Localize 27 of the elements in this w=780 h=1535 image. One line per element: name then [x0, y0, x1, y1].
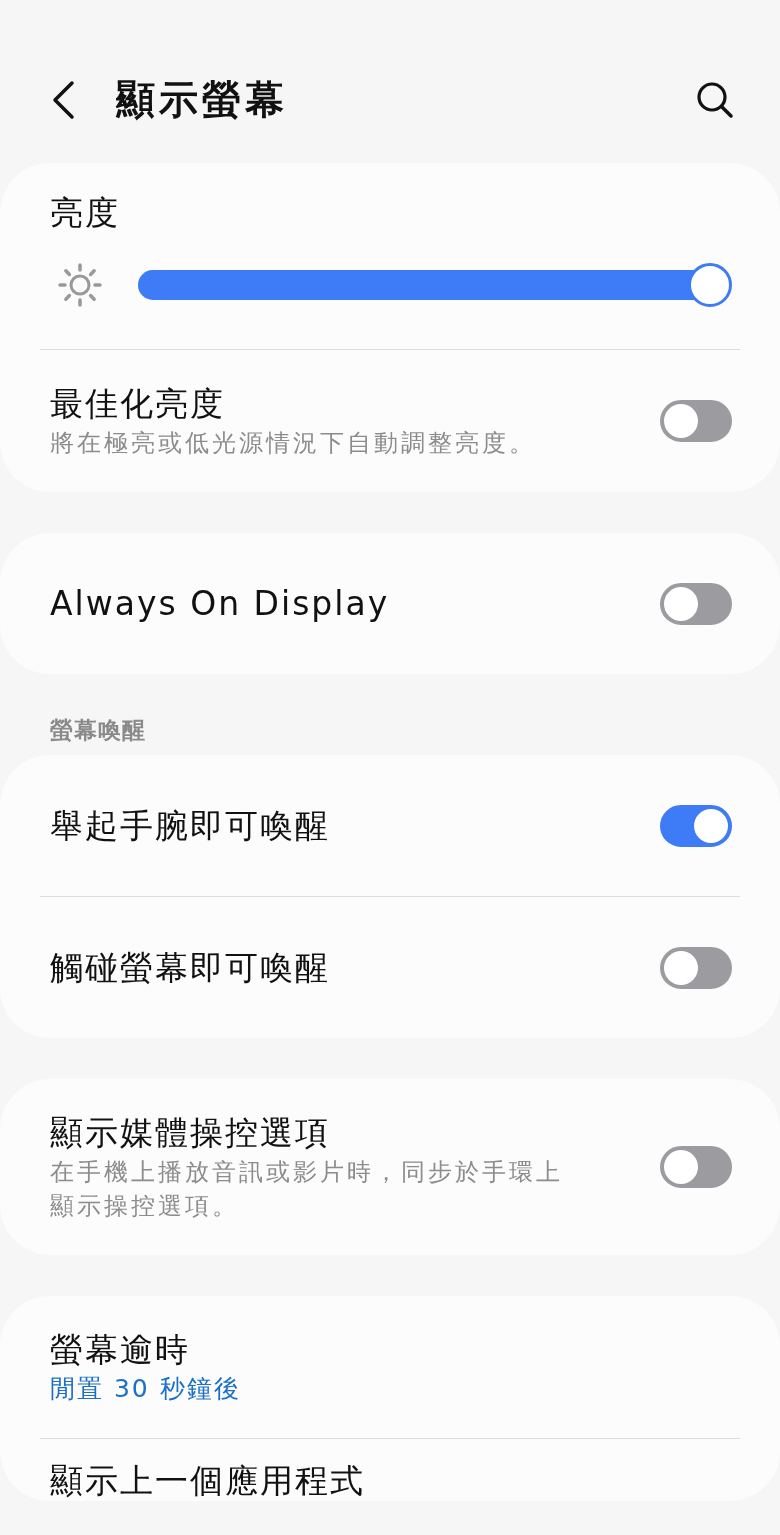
setting-title: Always On Display [50, 582, 391, 625]
page-title: 顯示螢幕 [116, 76, 289, 124]
setting-row[interactable]: 顯示媒體操控選項 在手機上播放音訊或影片時，同步於手環上顯示操控選項。 [0, 1079, 780, 1255]
setting-title: 螢幕逾時 [50, 1329, 191, 1371]
setting-row[interactable]: Always On Display [0, 533, 780, 674]
setting-row[interactable]: 舉起手腕即可喚醒 [0, 755, 780, 896]
toggle-switch[interactable] [660, 400, 732, 442]
search-icon[interactable] [696, 81, 734, 119]
setting-title: 最佳化亮度 [50, 383, 226, 425]
toggle-switch[interactable] [660, 1146, 732, 1188]
toggle-switch[interactable] [660, 946, 732, 989]
setting-title: 顯示媒體操控選項 [50, 1112, 331, 1154]
setting-description: 將在極亮或低光源情況下自動調整亮度。 [50, 428, 537, 459]
section-header: 螢幕喚醒 [49, 716, 147, 745]
setting-row[interactable]: 螢幕逾時 閒置 30 秒鐘後 [0, 1296, 780, 1438]
brightness-slider[interactable] [138, 263, 732, 307]
setting-description: 在手機上播放音訊或影片時，同步於手環上顯示操控選項。 [50, 1157, 564, 1222]
toggle-switch[interactable] [660, 582, 732, 625]
setting-row[interactable]: 最佳化亮度 將在極亮或低光源情況下自動調整亮度。 [0, 350, 780, 492]
toggle-switch[interactable] [660, 804, 732, 847]
setting-title: 亮度 [50, 192, 121, 234]
setting-value: 閒置 30 秒鐘後 [50, 1373, 242, 1405]
setting-title: 舉起手腕即可喚醒 [50, 804, 331, 847]
setting-row[interactable]: 觸碰螢幕即可喚醒 [0, 897, 780, 1038]
slider-thumb[interactable] [688, 263, 732, 307]
setting-title[interactable]: 顯示上一個應用程式 [50, 1461, 365, 1501]
setting-title: 觸碰螢幕即可喚醒 [50, 946, 331, 989]
